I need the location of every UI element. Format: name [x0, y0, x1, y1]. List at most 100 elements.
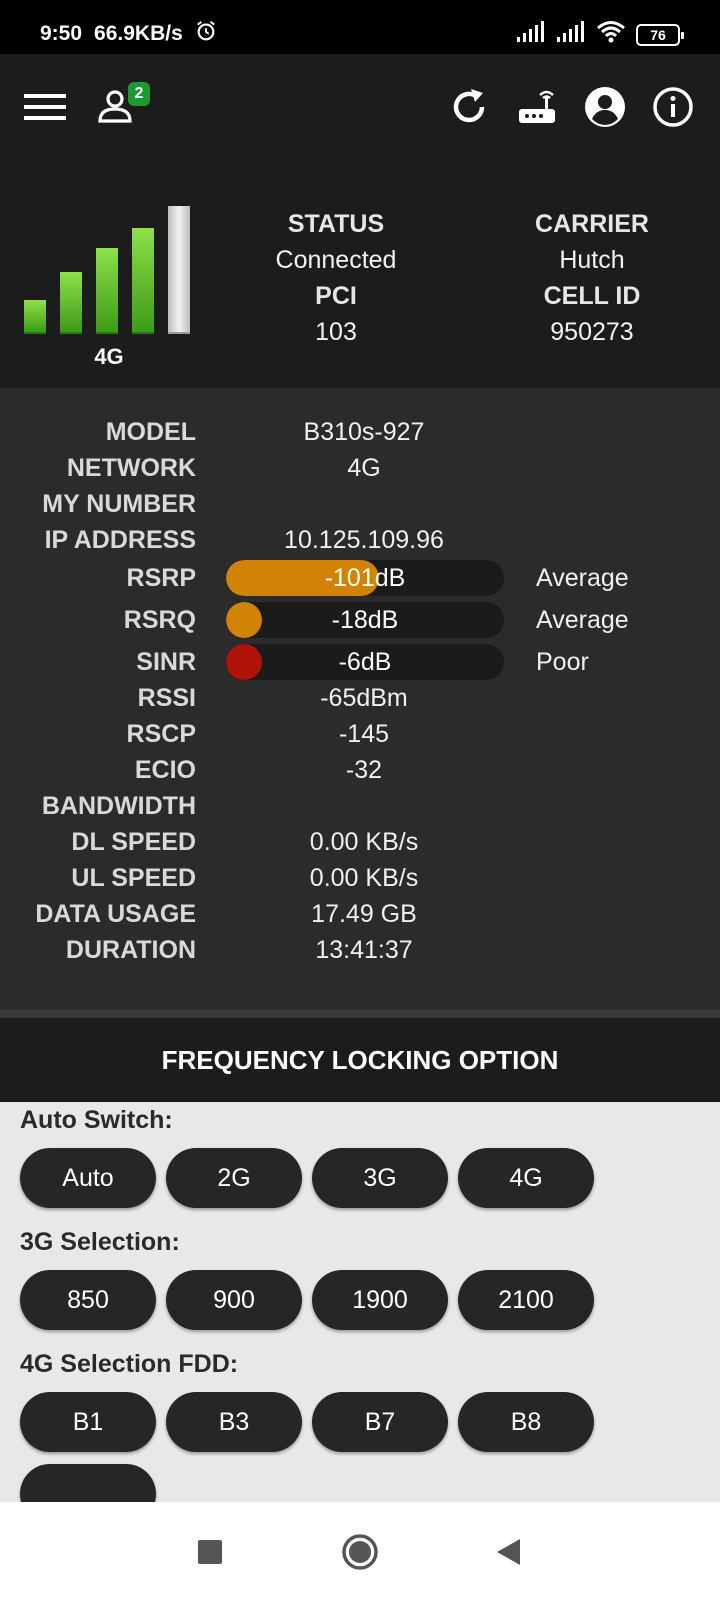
ul-speed-value: 0.00 KB/s	[309, 864, 419, 892]
refresh-icon[interactable]	[446, 84, 492, 130]
cell-id-value: 950273	[550, 318, 634, 346]
my-number-label: MY NUMBER	[42, 490, 196, 518]
data-usage-value: 17.49 GB	[311, 900, 417, 928]
wifi-icon	[596, 20, 626, 49]
3g-1900-button[interactable]: 1900	[312, 1270, 448, 1330]
4g-b7-button[interactable]: B7	[312, 1392, 448, 1452]
sinr-meter: -6dB	[226, 644, 504, 680]
3g-900-button[interactable]: 900	[166, 1270, 302, 1330]
auto-switch-2g-button[interactable]: 2G	[166, 1148, 302, 1208]
status-column: STATUS Connected PCI 103	[236, 206, 436, 350]
3g-850-button[interactable]: 850	[20, 1270, 156, 1330]
signal-icon	[556, 21, 586, 48]
model-label: MODEL	[105, 418, 196, 446]
3g-selection-title: 3G Selection:	[20, 1228, 180, 1256]
detail-row-rsrp: RSRP -101dB Average	[0, 560, 720, 600]
ip-value: 10.125.109.96	[284, 526, 444, 554]
rsrq-quality: Average	[536, 606, 629, 634]
dl-speed-value: 0.00 KB/s	[309, 828, 419, 856]
ecio-value: -32	[345, 756, 383, 784]
menu-icon[interactable]	[22, 84, 68, 130]
network-label: NETWORK	[66, 454, 196, 482]
network-speed: 66.9KB/s	[94, 22, 183, 45]
rsrp-meter: -101dB	[226, 560, 504, 596]
users-count-badge: 2	[128, 82, 150, 106]
detail-row-bandwidth: BANDWIDTH	[0, 792, 720, 828]
bandwidth-label: BANDWIDTH	[41, 792, 196, 820]
detail-row-rssi: RSSI -65dBm	[0, 684, 720, 720]
rssi-label: RSSI	[137, 684, 196, 712]
detail-row-ecio: ECIO -32	[0, 756, 720, 792]
recents-icon[interactable]	[186, 1528, 234, 1576]
detail-row-duration: DURATION 13:41:37	[0, 936, 720, 972]
4g-b1-button[interactable]: B1	[20, 1392, 156, 1452]
detail-row-my-number: MY NUMBER	[0, 490, 720, 526]
ecio-label: ECIO	[134, 756, 196, 784]
cell-id-label: CELL ID	[543, 282, 641, 310]
ip-label: IP ADDRESS	[44, 526, 196, 554]
auto-switch-auto-button[interactable]: Auto	[20, 1148, 156, 1208]
detail-row-rscp: RSCP -145	[0, 720, 720, 756]
clock: 9:50	[40, 22, 83, 45]
pci-value: 103	[315, 318, 357, 346]
rscp-value: -145	[338, 720, 390, 748]
app-header: 2	[0, 54, 720, 164]
signal-bar	[132, 228, 154, 334]
sinr-label: SINR	[136, 648, 196, 676]
sinr-quality: Poor	[536, 648, 589, 676]
status-label: STATUS	[287, 210, 385, 238]
network-value: 4G	[347, 454, 381, 482]
rscp-label: RSCP	[126, 720, 196, 748]
rsrp-value: -101dB	[324, 564, 406, 592]
battery-level: 76	[650, 26, 666, 43]
pci-label: PCI	[315, 282, 357, 310]
auto-switch-4g-button[interactable]: 4G	[458, 1148, 594, 1208]
section-divider	[0, 1010, 720, 1018]
signal-strength-bars	[24, 204, 194, 334]
signal-bar	[60, 272, 82, 334]
info-icon[interactable]	[650, 84, 696, 130]
rsrq-meter: -18dB	[226, 602, 504, 638]
carrier-label: CARRIER	[535, 210, 649, 238]
3g-2100-button[interactable]: 2100	[458, 1270, 594, 1330]
frequency-options: Auto Switch: Auto 2G 3G 4G 3G Selection:…	[0, 1102, 720, 1502]
rssi-value: -65dBm	[320, 684, 408, 712]
signal-bar	[24, 300, 46, 334]
frequency-locking-header: FREQUENCY LOCKING OPTION	[0, 1018, 720, 1102]
dl-speed-label: DL SPEED	[71, 828, 196, 856]
auto-switch-title: Auto Switch:	[20, 1106, 173, 1134]
battery-icon: 76	[636, 23, 684, 46]
sinr-value: -6dB	[338, 648, 392, 676]
signal-icon	[516, 21, 546, 48]
rsrp-label: RSRP	[126, 564, 196, 592]
auto-switch-3g-button[interactable]: 3G	[312, 1148, 448, 1208]
detail-row-network: NETWORK 4G	[0, 454, 720, 490]
rsrq-value: -18dB	[331, 606, 399, 634]
carrier-value: Hutch	[559, 246, 625, 274]
4g-b8-button[interactable]: B8	[458, 1392, 594, 1452]
detail-row-rsrq: RSRQ -18dB Average	[0, 602, 720, 642]
ul-speed-label: UL SPEED	[71, 864, 196, 892]
duration-label: DURATION	[65, 936, 196, 964]
detail-row-model: MODEL B310s-927	[0, 418, 720, 454]
system-nav-bar	[0, 1502, 720, 1600]
model-value: B310s-927	[303, 418, 425, 446]
detail-row-sinr: SINR -6dB Poor	[0, 644, 720, 684]
network-type-label: 4G	[94, 344, 124, 369]
detail-row-dl-speed: DL SPEED 0.00 KB/s	[0, 828, 720, 864]
back-icon[interactable]	[484, 1528, 532, 1576]
account-icon[interactable]	[582, 84, 628, 130]
router-icon[interactable]	[514, 84, 560, 130]
status-bar: 9:50 66.9KB/s 76	[0, 0, 720, 54]
signal-bar	[96, 248, 118, 334]
alarm-icon	[195, 20, 217, 48]
carrier-column: CARRIER Hutch CELL ID 950273	[492, 206, 692, 350]
data-usage-label: DATA USAGE	[35, 900, 196, 928]
status-value: Connected	[275, 246, 397, 274]
detail-row-ul-speed: UL SPEED 0.00 KB/s	[0, 864, 720, 900]
connection-summary: 4G STATUS Connected PCI 103 CARRIER Hutc…	[0, 164, 720, 388]
4g-more-button[interactable]	[20, 1464, 156, 1502]
home-icon[interactable]	[336, 1528, 384, 1576]
duration-value: 13:41:37	[315, 936, 413, 964]
4g-b3-button[interactable]: B3	[166, 1392, 302, 1452]
